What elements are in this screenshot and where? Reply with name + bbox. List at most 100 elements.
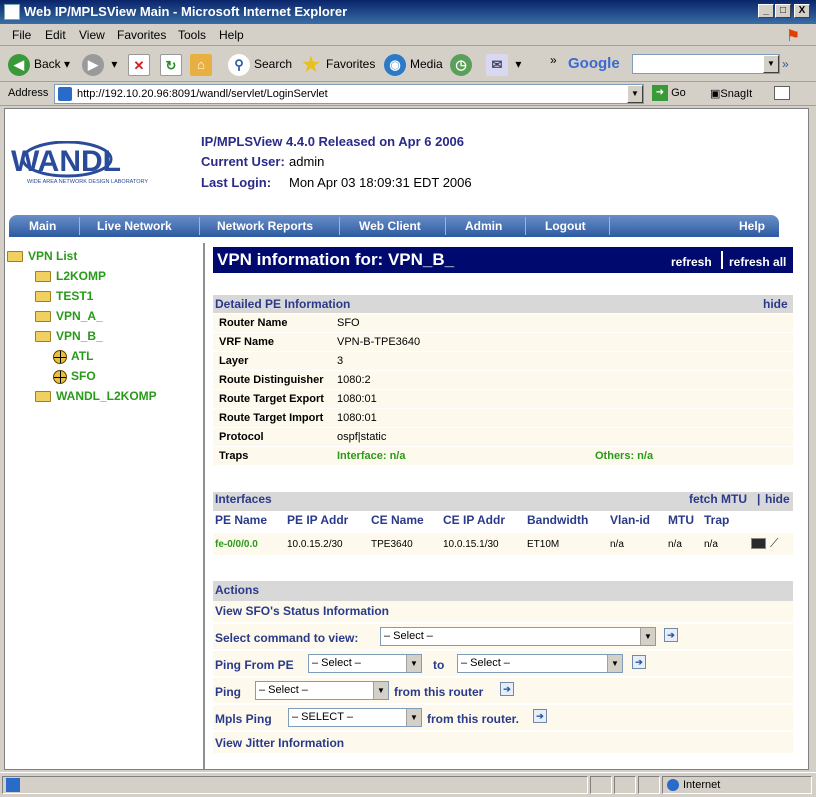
- monitor-icon[interactable]: [751, 538, 766, 549]
- tree-item-l2komp[interactable]: L2KOMP: [35, 269, 106, 283]
- tree-item-test1[interactable]: TEST1: [35, 289, 93, 303]
- vpn-tree: VPN List L2KOMP TEST1 VPN_A_ VPN_B_ ATL …: [5, 243, 205, 769]
- tree-item-vpn-a[interactable]: VPN_A_: [35, 309, 103, 323]
- from-router-label: from this router: [394, 685, 484, 699]
- snagit-capture-icon[interactable]: [774, 86, 790, 100]
- menu-help[interactable]: Help: [219, 28, 244, 42]
- menu-bar: File Edit View Favorites Tools Help ⚑: [0, 24, 816, 46]
- status-info-link[interactable]: View SFO's Status Information: [215, 604, 389, 618]
- select-command-label: Select command to view:: [215, 631, 359, 645]
- history-button[interactable]: ◷: [450, 52, 476, 76]
- traps-interface: Interface: n/a: [337, 450, 406, 462]
- router-icon: [53, 349, 67, 364]
- mpls-ping-select[interactable]: – SELECT – ▼: [288, 708, 422, 727]
- pe-hide-link[interactable]: hide: [763, 297, 788, 311]
- nav-main[interactable]: Main: [29, 219, 56, 233]
- menu-file[interactable]: File: [12, 28, 31, 42]
- current-user-label: Current User:: [201, 154, 285, 169]
- chevron-down-icon[interactable]: ▼: [627, 85, 643, 103]
- page-icon: [58, 87, 72, 101]
- chevron-down-icon[interactable]: ▼: [763, 55, 779, 73]
- select-value: – Select –: [384, 630, 433, 642]
- tree-item-label: WANDL_L2KOMP: [56, 389, 157, 403]
- ping-from-select[interactable]: – Select – ▼: [308, 654, 422, 673]
- fetch-mtu-link[interactable]: fetch MTU: [689, 492, 747, 506]
- go-arrow-icon[interactable]: ➔: [533, 709, 547, 723]
- home-button[interactable]: ⌂: [190, 52, 216, 76]
- tree-root-vpn-list[interactable]: VPN List: [7, 249, 77, 263]
- col-ce-name: CE Name: [371, 513, 424, 527]
- nav-divider: [609, 217, 610, 235]
- action-status[interactable]: View SFO's Status Information: [213, 601, 793, 623]
- chevron-down-icon: ▼: [607, 655, 622, 672]
- window-title: Web IP/MPLSView Main - Microsoft Interne…: [24, 4, 348, 19]
- maximize-button[interactable]: □: [775, 4, 791, 18]
- minimize-button[interactable]: _: [758, 4, 774, 18]
- jitter-link[interactable]: View Jitter Information: [215, 736, 344, 750]
- pe-key: VRF Name: [219, 336, 275, 348]
- back-label: Back: [34, 57, 61, 71]
- go-arrow-icon[interactable]: ➔: [500, 682, 514, 696]
- tree-item-vpn-b[interactable]: VPN_B_: [35, 329, 103, 343]
- command-select[interactable]: – Select – ▼: [380, 627, 656, 646]
- go-button[interactable]: ➜ Go: [652, 85, 686, 101]
- menu-tools[interactable]: Tools: [178, 28, 206, 42]
- tree-item-sfo[interactable]: SFO: [53, 369, 96, 384]
- nav-web-client[interactable]: Web Client: [359, 219, 421, 233]
- forward-arrow-icon: ▶: [82, 53, 104, 76]
- refresh-all-link[interactable]: refresh all: [729, 255, 786, 269]
- search-button[interactable]: ⚲ Search: [228, 52, 292, 76]
- back-arrow-icon: ◀: [8, 53, 30, 76]
- menu-edit[interactable]: Edit: [45, 28, 66, 42]
- nav-help[interactable]: Help: [739, 219, 765, 233]
- main-nav: Main Live Network Network Reports Web Cl…: [9, 215, 779, 237]
- go-arrow-icon[interactable]: ➔: [664, 628, 678, 642]
- close-button[interactable]: X: [794, 4, 810, 18]
- cell-pe-name[interactable]: fe-0/0/0.0: [215, 539, 258, 550]
- google-search-input[interactable]: ▼: [632, 54, 780, 74]
- folder-icon: [35, 291, 51, 303]
- nav-live-network[interactable]: Live Network: [97, 219, 172, 233]
- menu-favorites[interactable]: Favorites: [117, 28, 166, 42]
- ping-to-select[interactable]: – Select – ▼: [457, 654, 623, 673]
- refresh-link[interactable]: refresh: [671, 255, 712, 269]
- go-arrow-icon[interactable]: ➔: [632, 655, 646, 669]
- snagit-button[interactable]: ▣SnagIt: [710, 87, 752, 100]
- toolbar-more[interactable]: »: [550, 48, 557, 72]
- favorites-button[interactable]: ★ Favorites: [300, 52, 375, 76]
- current-user-value: admin: [289, 154, 325, 169]
- chart-icon[interactable]: ⟋: [770, 536, 786, 550]
- pe-row: Router Name SFO: [213, 314, 793, 333]
- folder-icon: [35, 271, 51, 283]
- cell-ce-ip: 10.0.15.1/30: [443, 539, 499, 550]
- interfaces-hide-link[interactable]: hide: [765, 492, 790, 506]
- tree-item-atl[interactable]: ATL: [53, 349, 93, 364]
- address-bar: Address http://192.10.20.96:8091/wandl/s…: [0, 82, 816, 106]
- ping-label: Ping: [215, 685, 241, 699]
- nav-admin[interactable]: Admin: [465, 219, 502, 233]
- nav-divider: [525, 217, 526, 235]
- chevron-down-icon: ▼: [373, 682, 388, 699]
- forward-button[interactable]: ▶ ▾: [82, 52, 117, 76]
- go-label: Go: [671, 86, 686, 99]
- pe-value: 3: [337, 355, 344, 367]
- col-bandwidth: Bandwidth: [527, 513, 589, 527]
- zone-label: Internet: [683, 779, 721, 791]
- ping-select[interactable]: – Select – ▼: [255, 681, 389, 700]
- media-button[interactable]: ◉ Media: [384, 52, 443, 76]
- refresh-button[interactable]: ↻: [160, 52, 186, 76]
- mpls-ping-label: Mpls Ping: [215, 712, 272, 726]
- mail-button[interactable]: ✉ ▾: [486, 52, 521, 76]
- address-input[interactable]: http://192.10.20.96:8091/wandl/servlet/L…: [54, 84, 644, 104]
- action-jitter[interactable]: View Jitter Information: [213, 732, 793, 754]
- pe-key: Router Name: [219, 317, 288, 329]
- back-button[interactable]: ◀ Back ▾: [8, 52, 70, 76]
- nav-logout[interactable]: Logout: [545, 219, 586, 233]
- nav-network-reports[interactable]: Network Reports: [217, 219, 313, 233]
- nav-divider: [339, 217, 340, 235]
- menu-view[interactable]: View: [79, 28, 105, 42]
- tree-item-wandl-l2komp[interactable]: WANDL_L2KOMP: [35, 389, 157, 403]
- stop-button[interactable]: ✕: [128, 52, 154, 76]
- cell-vlan-id: n/a: [610, 539, 624, 550]
- toolbar-more-right[interactable]: »: [782, 52, 789, 76]
